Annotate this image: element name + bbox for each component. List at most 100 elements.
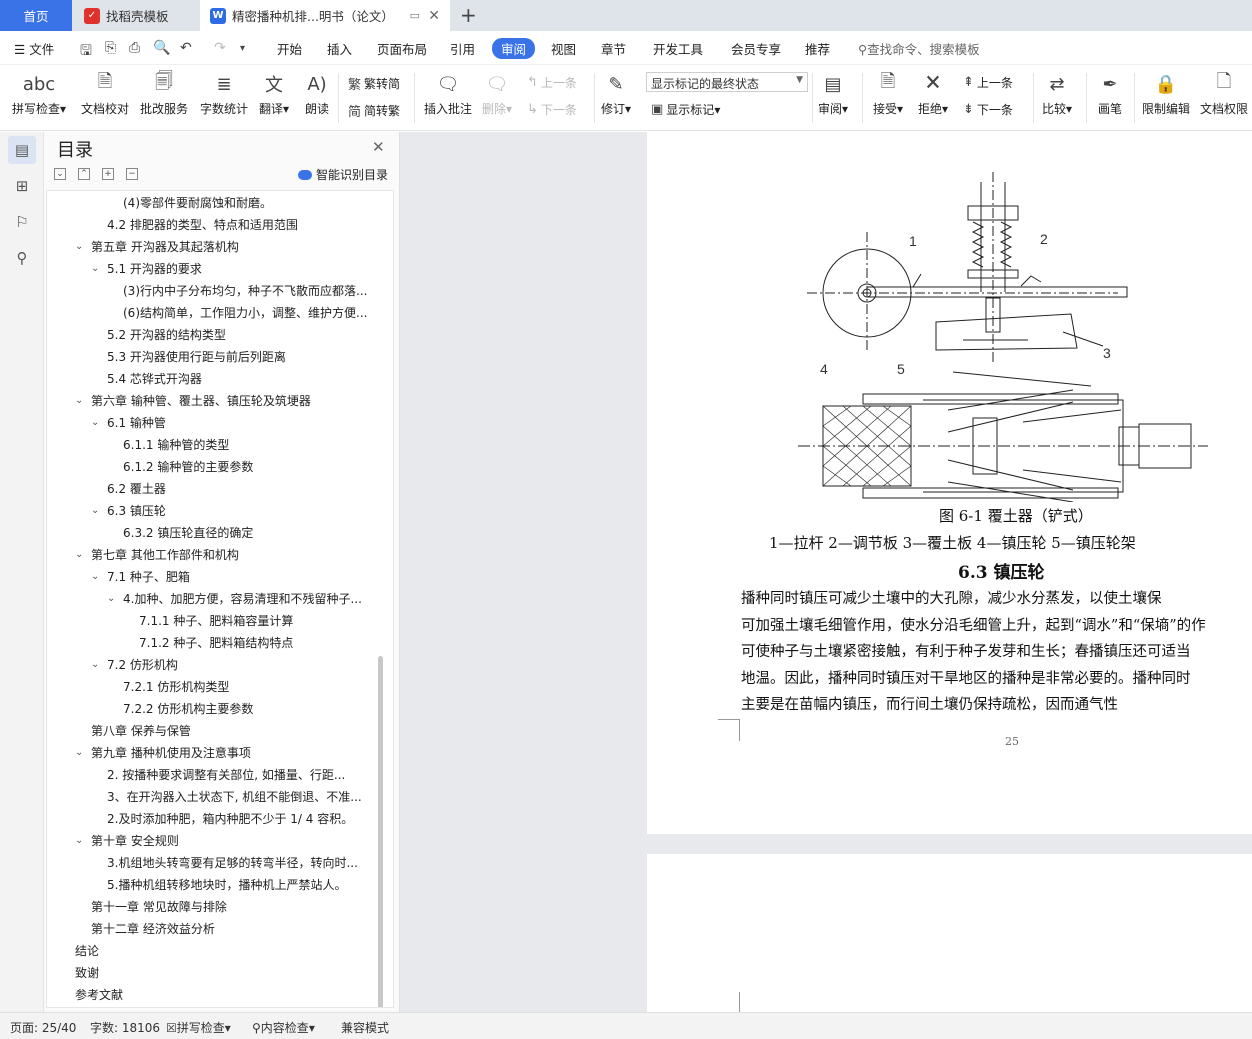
- collapse-all-icon[interactable]: ⌄: [54, 168, 66, 180]
- menu-review[interactable]: 审阅: [492, 38, 536, 59]
- redo-icon[interactable]: ↷: [214, 40, 226, 56]
- toc-item[interactable]: 6.3.2 镇压轮直径的确定: [123, 522, 382, 544]
- toc-item[interactable]: 6.1.1 输种管的类型: [123, 434, 382, 456]
- chapter-nav-icon[interactable]: ⊞: [8, 172, 36, 200]
- menu-page-layout[interactable]: 页面布局: [377, 39, 427, 58]
- track-changes-button[interactable]: ✎ 修订▾: [601, 71, 631, 117]
- new-tab-icon[interactable]: +: [460, 3, 477, 27]
- next-change-button[interactable]: ⇟ 下一条: [963, 101, 1013, 118]
- expand-up-icon[interactable]: ⌃: [78, 168, 90, 180]
- file-menu[interactable]: ☰ 文件: [14, 39, 54, 58]
- toc-item[interactable]: 3、在开沟器入土状态下, 机组不能倒退、不准...: [107, 786, 382, 808]
- toc-item[interactable]: 结论: [75, 940, 382, 962]
- tab-document[interactable]: W 精密播种机排...明书（论文） ▭ ✕: [200, 0, 450, 31]
- page-indicator[interactable]: 页面: 25/40: [10, 1019, 76, 1036]
- toc-item[interactable]: 第五章 开沟器及其起落机构: [91, 236, 382, 258]
- menu-insert[interactable]: 插入: [327, 39, 352, 58]
- menu-developer[interactable]: 开发工具: [653, 39, 703, 58]
- toc-item[interactable]: 7.1.2 种子、肥料箱结构特点: [139, 632, 382, 654]
- toc-item[interactable]: 7.2.1 仿形机构类型: [123, 676, 382, 698]
- save-icon[interactable]: 🖫: [80, 40, 92, 64]
- pen-button[interactable]: ✒ 画笔: [1096, 71, 1124, 117]
- word-count-indicator[interactable]: 字数: 18106: [90, 1019, 160, 1036]
- toc-item[interactable]: 第六章 输种管、覆土器、镇压轮及筑埂器: [91, 390, 382, 412]
- find-icon[interactable]: ⚲: [8, 244, 36, 272]
- toc-item[interactable]: 7.1 种子、肥箱: [107, 566, 382, 588]
- toc-item[interactable]: 5.播种机组转移地块时，播种机上严禁站人。: [107, 874, 382, 896]
- preview-icon[interactable]: 🔍: [153, 40, 170, 56]
- prev-change-button[interactable]: ⇞ 上一条: [963, 74, 1013, 91]
- quick-access-dropdown-icon[interactable]: ▾: [240, 43, 245, 54]
- close-tab-icon[interactable]: ✕: [428, 8, 440, 24]
- spell-check-button[interactable]: abc 拼写检查▾: [12, 71, 66, 117]
- command-search[interactable]: ⚲查找命令、搜索模板: [858, 39, 980, 58]
- toc-item[interactable]: 第九章 播种机使用及注意事项: [91, 742, 382, 764]
- markup-state-select[interactable]: 显示标记的最终状态 ▼: [646, 72, 808, 92]
- toc-item[interactable]: 致谢: [75, 962, 382, 984]
- toc-item[interactable]: 第七章 其他工作部件和机构: [91, 544, 382, 566]
- menu-member[interactable]: 会员专享: [731, 39, 781, 58]
- chevron-down-icon[interactable]: ⌄: [75, 390, 89, 412]
- toc-item[interactable]: 5.2 开沟器的结构类型: [107, 324, 382, 346]
- trad-to-simp-button[interactable]: 繁繁转简: [348, 74, 400, 93]
- toc-item[interactable]: 7.2.2 仿形机构主要参数: [123, 698, 382, 720]
- translate-button[interactable]: 文翻译▾: [259, 71, 289, 117]
- prev-comment-button[interactable]: ↰ 上一条: [527, 74, 577, 91]
- delete-comment-button[interactable]: 🗨 删除▾: [482, 71, 512, 117]
- toc-item[interactable]: 6.2 覆土器: [107, 478, 382, 500]
- tab-template[interactable]: ✓ 找稻壳模板: [74, 0, 198, 31]
- toc-item[interactable]: 7.2 仿形机构: [107, 654, 382, 676]
- toc-item[interactable]: 5.4 芯铧式开沟器: [107, 368, 382, 390]
- chevron-down-icon[interactable]: ⌄: [91, 500, 105, 522]
- chevron-down-icon[interactable]: ⌄: [91, 654, 105, 676]
- export-icon[interactable]: ⎘: [105, 40, 116, 56]
- menu-start[interactable]: 开始: [277, 39, 302, 58]
- toc-item[interactable]: (4)零部件要耐腐蚀和耐磨。: [123, 192, 382, 214]
- print-icon[interactable]: ⎙: [129, 40, 140, 56]
- tab-home[interactable]: 首页: [0, 0, 72, 31]
- remove-level-icon[interactable]: −: [126, 168, 138, 180]
- toc-item[interactable]: 第十二章 经济效益分析: [91, 918, 382, 940]
- status-content-check[interactable]: ⚲内容检查▾: [252, 1019, 315, 1036]
- menu-reference[interactable]: 引用: [450, 39, 475, 58]
- undo-icon[interactable]: ↶: [180, 40, 192, 56]
- review-pane-button[interactable]: ▤ 审阅▾: [818, 71, 848, 117]
- toc-item[interactable]: 6.1 输种管: [107, 412, 382, 434]
- reject-button[interactable]: 🗙 拒绝▾: [918, 71, 948, 117]
- restrict-edit-button[interactable]: 🔒 限制编辑: [1142, 71, 1190, 117]
- toc-panel-icon[interactable]: ▤: [8, 136, 36, 164]
- close-icon[interactable]: ✕: [372, 138, 385, 156]
- menu-chapter[interactable]: 章节: [601, 39, 626, 58]
- menu-recommend[interactable]: 推荐: [805, 39, 830, 58]
- toc-item[interactable]: 2.及时添加种肥，箱内种肥不少于 1/ 4 容积。: [107, 808, 382, 830]
- toc-item[interactable]: 第八章 保养与保管: [91, 720, 382, 742]
- toc-item[interactable]: 参考文献: [75, 984, 382, 1006]
- toc-item[interactable]: 5.3 开沟器使用行距与前后列距离: [107, 346, 382, 368]
- toc-item[interactable]: 第十章 安全规则: [91, 830, 382, 852]
- chevron-down-icon[interactable]: ⌄: [75, 236, 89, 258]
- toc-item[interactable]: 第十一章 常见故障与排除: [91, 896, 382, 918]
- toc-item[interactable]: 6.1.2 输种管的主要参数: [123, 456, 382, 478]
- chevron-down-icon[interactable]: ⌄: [75, 742, 89, 764]
- menu-view[interactable]: 视图: [551, 39, 576, 58]
- next-comment-button[interactable]: ↳ 下一条: [527, 101, 577, 118]
- compare-button[interactable]: ⇄ 比较▾: [1042, 71, 1072, 117]
- smart-toc-button[interactable]: 智能识别目录: [298, 166, 388, 183]
- chevron-down-icon[interactable]: ⌄: [91, 412, 105, 434]
- toc-item[interactable]: 4.2 排肥器的类型、特点和适用范围: [107, 214, 382, 236]
- toc-item[interactable]: (6)结构简单，工作阻力小，调整、维护方便...: [123, 302, 382, 324]
- accept-button[interactable]: 🗎 接受▾: [873, 71, 903, 117]
- chevron-down-icon[interactable]: ⌄: [91, 258, 105, 280]
- toc-item[interactable]: 4.加种、加肥方便，容易清理和不残留种子...: [123, 588, 382, 610]
- insert-comment-button[interactable]: 🗨 插入批注: [424, 71, 472, 117]
- toc-item[interactable]: (3)行内中子分布均匀，种子不飞散而应都落...: [123, 280, 382, 302]
- show-markup-button[interactable]: ▣ 显示标记 ▾: [651, 101, 720, 118]
- chevron-down-icon[interactable]: ⌄: [75, 544, 89, 566]
- read-aloud-button[interactable]: A) 朗读: [303, 71, 331, 117]
- add-level-icon[interactable]: +: [102, 168, 114, 180]
- pin-icon[interactable]: ▭: [410, 9, 420, 22]
- chevron-down-icon[interactable]: ⌄: [107, 588, 121, 610]
- chevron-down-icon[interactable]: ⌄: [75, 830, 89, 852]
- toc-item[interactable]: 5.1 开沟器的要求: [107, 258, 382, 280]
- toc-item[interactable]: 3.机组地头转弯要有足够的转弯半径，转向时...: [107, 852, 382, 874]
